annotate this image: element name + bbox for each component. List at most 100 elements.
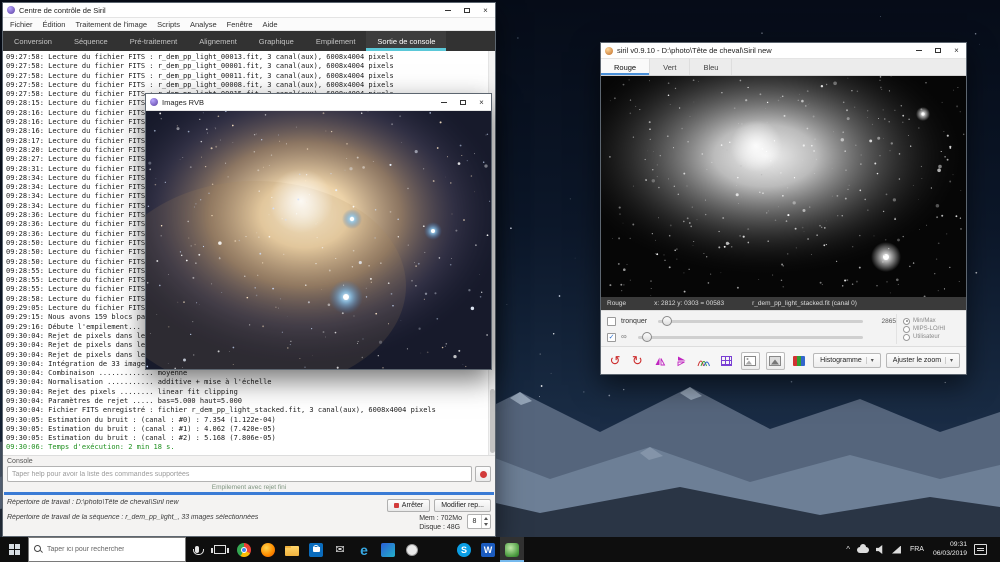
thread-spinner[interactable]: 8	[467, 514, 491, 529]
radio-mips-lo-hi[interactable]: MIPS-LO/HI	[903, 325, 960, 333]
modify-directory-button[interactable]: Modifier rep...	[434, 499, 491, 512]
truncate-checkbox[interactable]	[607, 316, 616, 326]
network-icon[interactable]	[891, 545, 901, 554]
menu-scripts[interactable]: Scripts	[152, 20, 185, 29]
menu-traitement-de-l-image[interactable]: Traitement de l'image	[70, 20, 152, 29]
tray-expand-icon[interactable]: ^	[846, 545, 850, 554]
clock[interactable]: 09:31 06/03/2019	[933, 541, 967, 558]
console-input[interactable]	[7, 466, 472, 482]
histogram-dropdown[interactable]: Histogramme ▾	[813, 353, 881, 368]
tab-graphique[interactable]: Graphique	[248, 31, 305, 51]
minimize-button[interactable]	[438, 3, 457, 17]
menu-fichier[interactable]: Fichier	[5, 20, 38, 29]
mirror-y-icon[interactable]	[674, 352, 690, 370]
high-cutoff-slider[interactable]	[637, 331, 863, 342]
radio-label: Min/Max	[913, 318, 936, 324]
radio-button-icon	[903, 333, 910, 341]
display-mode-radios: Min/Max MIPS-LO/HI Utilisateur	[896, 314, 960, 344]
tab-pre-traitement[interactable]: Pré-traitement	[119, 31, 189, 51]
rgb-channels-icon[interactable]	[791, 352, 807, 370]
redo-icon[interactable]: ↻	[629, 352, 645, 370]
stop-button[interactable]: Arrêter	[386, 499, 431, 512]
rgb-window-titlebar[interactable]: Images RVB ×	[146, 94, 491, 111]
mail-taskbar-button[interactable]: ✉	[328, 537, 352, 562]
file-explorer-taskbar-button[interactable]	[280, 537, 304, 562]
low-slider-handle[interactable]	[662, 315, 673, 326]
image-snapshot-button[interactable]	[765, 351, 785, 370]
tab-conversion[interactable]: Conversion	[3, 31, 63, 51]
close-button[interactable]: ×	[472, 94, 491, 110]
status-filename: r_dem_pp_light_stacked.fit (canal 0)	[752, 300, 857, 307]
notification-center-button[interactable]	[974, 544, 987, 555]
tab-empilement[interactable]: Empilement	[305, 31, 367, 51]
file-explorer-icon	[285, 545, 299, 556]
volume-icon[interactable]	[875, 545, 883, 554]
image-export-button[interactable]	[740, 351, 760, 370]
cortana-mic-button[interactable]	[186, 537, 208, 562]
menu-fenetre[interactable]: Fenêtre	[222, 20, 258, 29]
onedrive-cloud-icon[interactable]	[856, 543, 869, 553]
mirror-x-icon[interactable]	[652, 352, 668, 370]
tab-sortie-de-console[interactable]: Sortie de console	[366, 31, 447, 51]
chevron-down-icon: ▾	[865, 357, 874, 364]
command-button[interactable]	[475, 466, 491, 482]
siril-taskbar-button[interactable]	[500, 537, 524, 562]
photo-viewer-taskbar-button[interactable]	[400, 537, 424, 562]
channel-image-canvas[interactable]	[601, 76, 966, 297]
high-slider-handle[interactable]	[642, 331, 653, 342]
log-line: 09:30:04: Paramètres de rejet ..... bas=…	[6, 396, 243, 405]
date-text: 06/03/2019	[932, 549, 967, 557]
edge-taskbar-button[interactable]: e	[352, 537, 376, 562]
low-cutoff-slider[interactable]	[658, 315, 863, 326]
minimize-button[interactable]	[434, 94, 453, 110]
tab-alignement[interactable]: Alignement	[188, 31, 248, 51]
close-button[interactable]: ×	[947, 43, 966, 58]
channel-tab-rouge[interactable]: Rouge	[601, 59, 651, 75]
firefox-taskbar-button[interactable]	[256, 537, 280, 562]
tab-sequence[interactable]: Séquence	[63, 31, 119, 51]
microphone-icon	[192, 546, 204, 555]
log-scrollbar-thumb[interactable]	[490, 389, 495, 453]
maximize-button[interactable]	[457, 3, 476, 17]
channel-tab-bleu[interactable]: Bleu	[690, 59, 733, 75]
undo-icon[interactable]: ↺	[607, 352, 623, 370]
image-window-title: siril v0.9.10 - D:\photo\Tête de cheval\…	[617, 46, 772, 55]
start-button[interactable]	[0, 537, 28, 562]
menu-edition[interactable]: Édition	[38, 20, 71, 29]
store-taskbar-button[interactable]	[304, 537, 328, 562]
disk-label: Disque : 48G	[419, 524, 461, 531]
word-taskbar-button[interactable]: W	[476, 537, 500, 562]
siril-logo-icon	[7, 6, 15, 14]
maximize-button[interactable]	[928, 43, 947, 58]
photos-taskbar-button[interactable]	[376, 537, 400, 562]
menu-aide[interactable]: Aide	[258, 20, 283, 29]
rgb-image-canvas[interactable]	[146, 111, 491, 369]
taskbar-search[interactable]: Taper ici pour rechercher	[28, 537, 186, 562]
radio-utilisateur[interactable]: Utilisateur	[903, 333, 960, 341]
close-button[interactable]: ×	[476, 3, 495, 17]
control-window-titlebar[interactable]: Centre de contrôle de Siril ×	[3, 3, 495, 18]
task-view-icon	[211, 545, 229, 554]
memory-label: Mem : 702Mo	[419, 515, 462, 522]
log-line: 09:30:06: Temps d'exécution: 2 min 18 s.	[6, 443, 175, 452]
minimize-button[interactable]	[909, 43, 928, 58]
skype-taskbar-button[interactable]: S	[452, 537, 476, 562]
grid-icon[interactable]	[718, 352, 734, 370]
maximize-button[interactable]	[453, 94, 472, 110]
image-window-titlebar[interactable]: siril v0.9.10 - D:\photo\Tête de cheval\…	[601, 43, 966, 59]
log-line: 09:30:05: Estimation du bruit : (canal :…	[6, 415, 276, 424]
language-indicator[interactable]: FRA	[908, 546, 926, 553]
menu-analyse[interactable]: Analyse	[185, 20, 222, 29]
channel-tab-vert[interactable]: Vert	[650, 59, 691, 75]
task-view-taskbar-button[interactable]	[208, 537, 232, 562]
spinner-up-icon[interactable]	[484, 517, 488, 521]
chrome-taskbar-button[interactable]	[232, 537, 256, 562]
link-channels-checkbox[interactable]: ✓	[607, 332, 616, 342]
log-line: 09:30:05: Estimation du bruit : (canal :…	[6, 434, 276, 443]
histogram-icon[interactable]	[696, 352, 712, 370]
radio-label: MIPS-LO/HI	[913, 326, 946, 332]
radio-min-max[interactable]: Min/Max	[903, 317, 960, 325]
zoom-dropdown[interactable]: Ajuster le zoom ▾	[885, 353, 961, 368]
log-line: 09:27:58: Lecture du fichier FITS : r_de…	[6, 53, 394, 61]
spinner-down-icon[interactable]	[484, 522, 488, 526]
